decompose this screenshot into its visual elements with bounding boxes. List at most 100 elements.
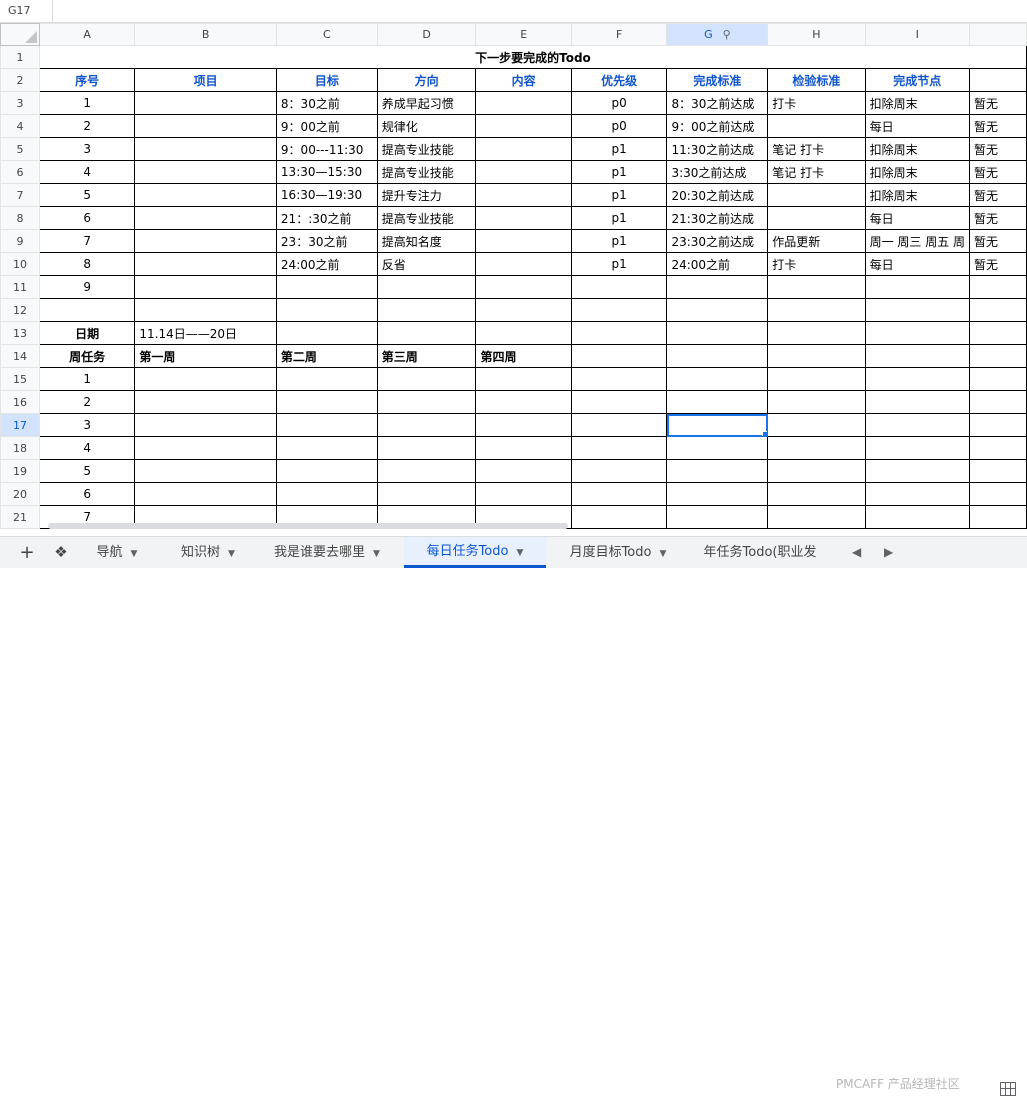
- cell-content[interactable]: [475, 206, 572, 230]
- cell[interactable]: [376, 298, 477, 322]
- cell[interactable]: [570, 505, 668, 529]
- cell[interactable]: [864, 459, 971, 483]
- cell[interactable]: [134, 459, 277, 483]
- cell-index[interactable]: 5: [38, 183, 136, 207]
- cell-check[interactable]: [767, 275, 866, 299]
- cell[interactable]: [864, 298, 971, 322]
- column-title[interactable]: 方向: [376, 68, 477, 92]
- week-header[interactable]: 第四周: [475, 344, 572, 368]
- cell[interactable]: [969, 344, 1027, 368]
- cell-index[interactable]: 1: [38, 91, 136, 115]
- cell-node[interactable]: [864, 275, 971, 299]
- sheet-tab[interactable]: 导航 ▼: [82, 537, 152, 568]
- cell-direction[interactable]: 提高专业技能: [376, 137, 477, 161]
- cell[interactable]: [864, 505, 971, 529]
- cell[interactable]: [767, 459, 866, 483]
- cell-node[interactable]: 每日: [864, 206, 971, 230]
- cell[interactable]: [275, 436, 378, 460]
- cell-check[interactable]: 打卡: [767, 252, 866, 276]
- cell-standard[interactable]: 9：00之前达成: [666, 114, 769, 138]
- week-row-index[interactable]: 3: [38, 413, 136, 437]
- cell-project[interactable]: [134, 229, 277, 253]
- cell-goal[interactable]: 24:00之前: [275, 252, 378, 276]
- cell-extra[interactable]: 暂无: [969, 229, 1027, 253]
- cell[interactable]: [570, 390, 668, 414]
- cell[interactable]: [969, 321, 1027, 345]
- cell[interactable]: [134, 298, 277, 322]
- cell-direction[interactable]: 提高知名度: [376, 229, 477, 253]
- cell[interactable]: [666, 344, 769, 368]
- cell-content[interactable]: [475, 160, 572, 184]
- cell[interactable]: [376, 482, 477, 506]
- cell-standard[interactable]: 24:00之前: [666, 252, 769, 276]
- cell-check[interactable]: [767, 183, 866, 207]
- cell-extra[interactable]: 暂无: [969, 91, 1027, 115]
- row-header[interactable]: 2: [0, 68, 40, 92]
- cell-node[interactable]: 扣除周末: [864, 183, 971, 207]
- cell-priority[interactable]: p1: [570, 160, 668, 184]
- cell[interactable]: [275, 459, 378, 483]
- cell[interactable]: [376, 413, 477, 437]
- week-row-index[interactable]: 2: [38, 390, 136, 414]
- row-header[interactable]: 18: [0, 436, 40, 460]
- row-header[interactable]: 8: [0, 206, 40, 230]
- cell-goal[interactable]: 21：:30之前: [275, 206, 378, 230]
- cell[interactable]: [864, 436, 971, 460]
- row-header[interactable]: 20: [0, 482, 40, 506]
- chevron-down-icon[interactable]: ▼: [659, 549, 666, 559]
- filter-icon[interactable]: ⚲: [723, 28, 731, 41]
- name-box[interactable]: G17: [0, 0, 53, 22]
- cell-goal[interactable]: 9：00之前: [275, 114, 378, 138]
- cell-standard[interactable]: [666, 275, 769, 299]
- cell-priority[interactable]: p0: [570, 91, 668, 115]
- cell[interactable]: [767, 436, 866, 460]
- cell-extra[interactable]: 暂无: [969, 252, 1027, 276]
- cell-index[interactable]: 9: [38, 275, 136, 299]
- cell-node[interactable]: 每日: [864, 252, 971, 276]
- cell-index[interactable]: 2: [38, 114, 136, 138]
- cell[interactable]: [134, 482, 277, 506]
- scroll-tabs-left-icon[interactable]: ◀: [852, 537, 861, 568]
- cell[interactable]: [376, 390, 477, 414]
- row-header[interactable]: 14: [0, 344, 40, 368]
- cell-priority[interactable]: p1: [570, 229, 668, 253]
- row-header[interactable]: 16: [0, 390, 40, 414]
- cell[interactable]: [864, 367, 971, 391]
- sheet-tab[interactable]: 知识树 ▼: [166, 537, 250, 568]
- row-header[interactable]: 1: [0, 45, 40, 69]
- row-header[interactable]: 11: [0, 275, 40, 299]
- grid-icon[interactable]: [1000, 1082, 1016, 1096]
- cell-node[interactable]: 扣除周末: [864, 91, 971, 115]
- sheet-tab[interactable]: 月度目标Todo ▼: [548, 537, 688, 568]
- plus-icon[interactable]: +: [12, 537, 42, 568]
- cell-direction[interactable]: 养成早起习惯: [376, 91, 477, 115]
- cell[interactable]: [969, 413, 1027, 437]
- row-header[interactable]: 7: [0, 183, 40, 207]
- cell[interactable]: [570, 344, 668, 368]
- cell[interactable]: [134, 436, 277, 460]
- scroll-tabs-right-icon[interactable]: ▶: [884, 537, 893, 568]
- date-value[interactable]: 11.14日——20日: [134, 321, 277, 345]
- week-row-index[interactable]: 6: [38, 482, 136, 506]
- cell-content[interactable]: [475, 91, 572, 115]
- cell-standard[interactable]: 3:30之前达成: [666, 160, 769, 184]
- week-header[interactable]: 第三周: [376, 344, 477, 368]
- column-title[interactable]: 序号: [38, 68, 136, 92]
- cell-project[interactable]: [134, 137, 277, 161]
- cell-direction[interactable]: 反省: [376, 252, 477, 276]
- cell-content[interactable]: [475, 275, 572, 299]
- cell-priority[interactable]: [570, 275, 668, 299]
- cell[interactable]: [864, 482, 971, 506]
- column-header-j[interactable]: [969, 23, 1027, 46]
- cell[interactable]: [275, 321, 378, 345]
- cell-node[interactable]: 每日: [864, 114, 971, 138]
- cell[interactable]: [275, 298, 378, 322]
- cell-index[interactable]: 3: [38, 137, 136, 161]
- cell[interactable]: [864, 390, 971, 414]
- chevron-down-icon[interactable]: ▼: [516, 548, 523, 558]
- week-task-label[interactable]: 周任务: [38, 344, 136, 368]
- cell-priority[interactable]: p1: [570, 252, 668, 276]
- cell[interactable]: [666, 436, 769, 460]
- cell-extra[interactable]: 暂无: [969, 160, 1027, 184]
- cell[interactable]: [767, 298, 866, 322]
